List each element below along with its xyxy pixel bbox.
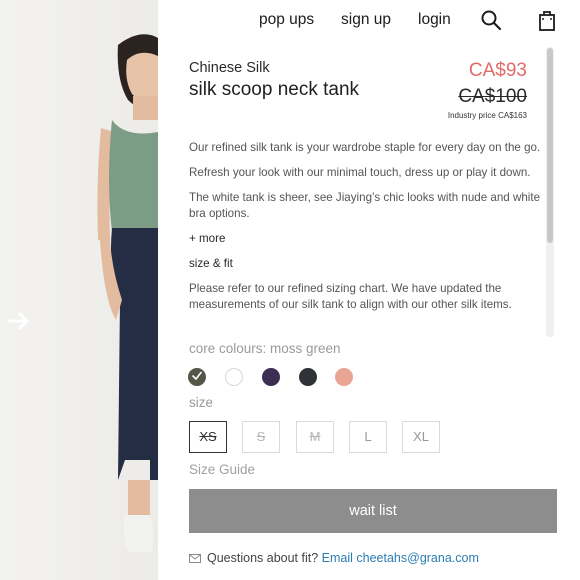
- fit-question-text: Questions about fit?: [207, 551, 319, 565]
- size-option-xl[interactable]: XL: [402, 421, 440, 453]
- size-guide-link[interactable]: Size Guide: [189, 462, 255, 477]
- industry-price: Industry price CA$163: [447, 111, 527, 120]
- description-paragraph: The white tank is sheer, see Jiaying’s c…: [189, 191, 541, 220]
- size-option-label: L: [364, 429, 372, 444]
- size-option-label: S: [256, 429, 266, 444]
- size-label: size: [189, 395, 214, 410]
- product-description[interactable]: Our refined silk tank is your wardrobe s…: [189, 140, 541, 340]
- search-icon[interactable]: [480, 9, 502, 31]
- checkmark-icon: [192, 371, 202, 380]
- arrow-right-icon[interactable]: [6, 308, 32, 334]
- product-panel: Chinese Silk silk scoop neck tank CA$93 …: [158, 40, 580, 580]
- size-option-label: XS: [199, 429, 217, 444]
- envelope-icon: [189, 554, 201, 564]
- description-paragraph: Please refer to our refined sizing chart…: [189, 282, 512, 311]
- colour-swatch-blush[interactable]: [335, 368, 353, 386]
- size-option-label: XL: [413, 429, 429, 444]
- size-option-l[interactable]: L: [349, 421, 387, 453]
- shopping-bag-icon[interactable]: [536, 9, 558, 31]
- sale-price: CA$93: [468, 60, 527, 81]
- size-option-s[interactable]: S: [242, 421, 280, 453]
- colour-swatch-moss-green[interactable]: [188, 368, 206, 386]
- more-link[interactable]: + more: [189, 231, 541, 247]
- product-title: silk scoop neck tank: [189, 79, 360, 100]
- size-fit-heading: size & fit: [189, 257, 233, 270]
- nav-pop-ups[interactable]: pop ups: [259, 11, 314, 29]
- email-link[interactable]: Email cheetahs@grana.com: [322, 551, 479, 565]
- wait-list-button[interactable]: wait list: [189, 489, 557, 533]
- product-photo: [0, 0, 158, 580]
- size-option-m[interactable]: M: [296, 421, 334, 453]
- colour-swatch-purple[interactable]: [262, 368, 280, 386]
- original-price: CA$100: [458, 86, 527, 107]
- top-nav: pop ups sign up login: [158, 0, 580, 40]
- nav-sign-up[interactable]: sign up: [341, 11, 391, 29]
- colour-swatch-charcoal[interactable]: [299, 368, 317, 386]
- nav-login[interactable]: login: [418, 11, 451, 29]
- description-paragraph: Refresh your look with our minimal touch…: [189, 166, 531, 179]
- fit-question: Questions about fit? Email cheetahs@gran…: [189, 551, 479, 565]
- product-brand: Chinese Silk: [189, 60, 270, 76]
- size-option-xs[interactable]: XS: [189, 421, 227, 453]
- model-image: [97, 34, 158, 552]
- colour-swatch-white[interactable]: [225, 368, 243, 386]
- colour-label: core colours: moss green: [189, 341, 341, 356]
- description-paragraph: Our refined silk tank is your wardrobe s…: [189, 141, 541, 154]
- size-option-label: M: [309, 429, 321, 444]
- scrollbar-thumb[interactable]: [547, 48, 553, 243]
